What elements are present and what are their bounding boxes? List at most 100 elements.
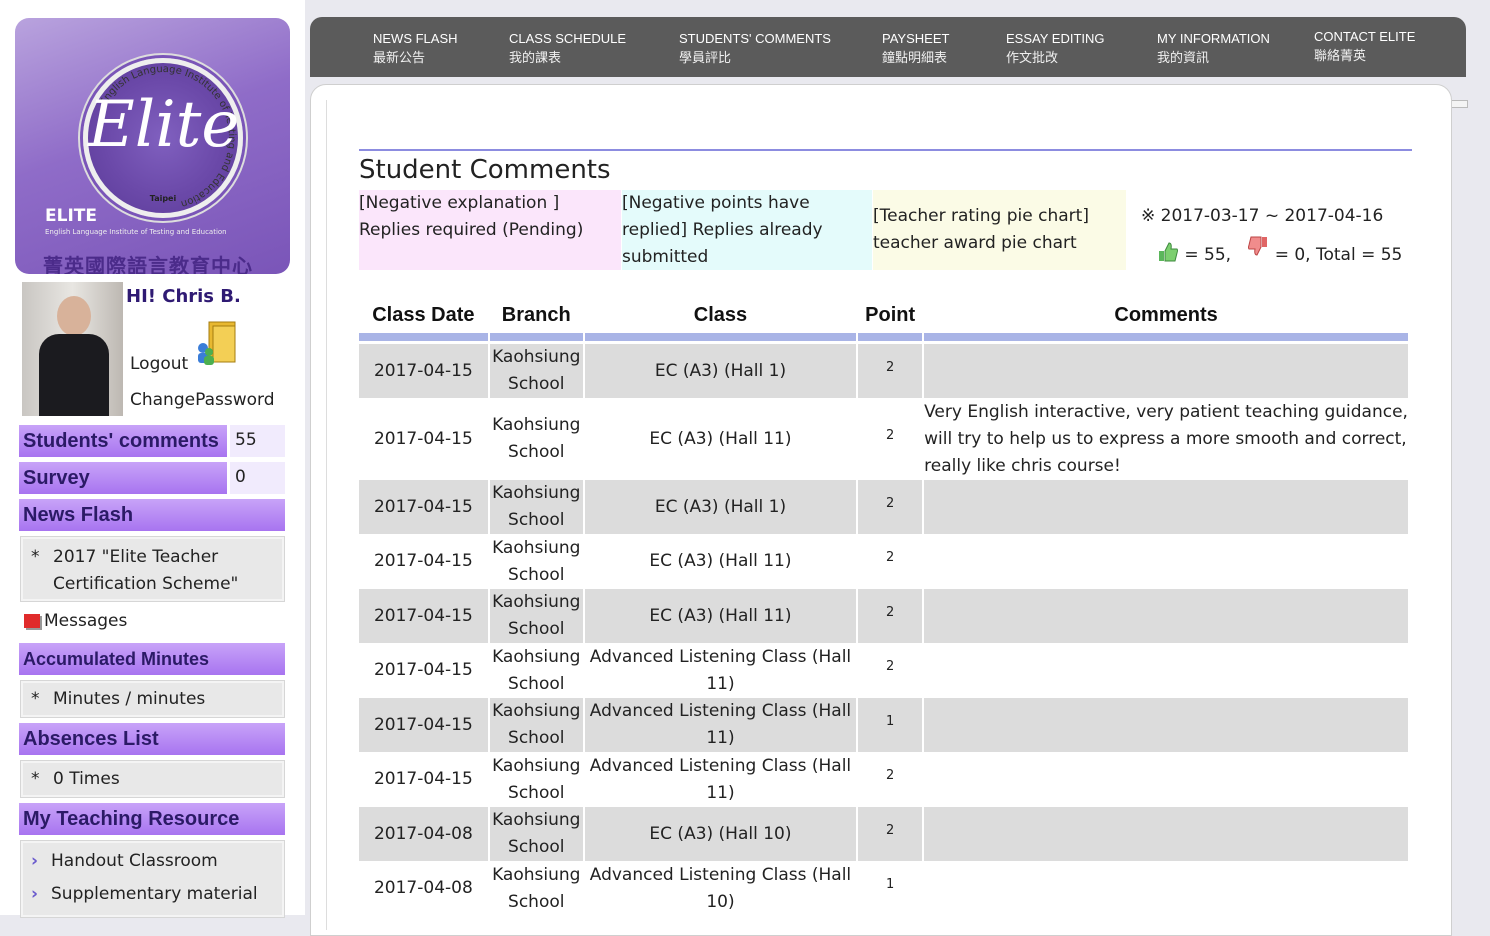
resource-label: Supplementary material [51,884,258,904]
table-row[interactable]: 2017-04-08 Kaohsiung School Advanced Lis… [359,861,1408,916]
title-rule [359,149,1412,151]
cell-date: 2017-04-15 [359,480,488,534]
col-class[interactable]: Class [584,297,857,341]
cell-comment [924,861,1408,916]
cell-date: 2017-04-15 [359,344,488,398]
cell-branch: Kaohsiung School [489,698,583,752]
legend-pending[interactable]: [Negative explanation ] Replies required… [359,190,621,270]
sidebar: English Language Institute of Testing an… [0,0,305,918]
col-comments[interactable]: Comments [924,297,1408,341]
messages-label: Messages [44,611,128,631]
col-branch[interactable]: Branch [489,297,583,341]
cell-date: 2017-04-15 [359,698,488,752]
cell-branch: Kaohsiung School [492,537,581,585]
table-header-row: Class Date Branch Class Point Comments [359,297,1408,341]
cell-comment [924,589,1408,643]
cell-date: 2017-04-15 [373,769,473,789]
nav-students-comments[interactable]: STUDENTS' COMMENTS 學員評比 [679,29,831,67]
cell-class: EC (A3) (Hall 1) [584,344,857,398]
logout-link[interactable]: Logout [130,354,188,374]
thumbs-down-icon [1248,236,1268,256]
col-point[interactable]: Point [858,297,923,341]
accumulated-minutes-box: * Minutes / minutes [20,680,285,718]
cell-point: 2 [858,589,923,643]
bullet-star: * [31,689,40,709]
logo-brand: ELITE [45,206,97,226]
cell-comment [924,344,1408,398]
nav-class-schedule[interactable]: CLASS SCHEDULE 我的課表 [509,29,626,67]
messages-link[interactable]: Messages [24,611,127,631]
teaching-resource-header[interactable]: My Teaching Resource [19,803,285,835]
cell-point: 2 [886,768,895,783]
legend-replied[interactable]: [Negative points have replied] Replies a… [622,190,872,270]
cell-branch: Kaohsiung School [489,480,583,534]
cell-point: 1 [858,698,923,752]
date-range-box: ※ 2017-03-17 ~ 2017-04-16 = 55, = 0, Tot… [1141,198,1402,274]
table-row[interactable]: 2017-04-15 Kaohsiung School EC (A3) (Hal… [359,398,1408,480]
cell-point: 2 [886,428,895,443]
table-row[interactable]: 2017-04-15 Kaohsiung School EC (A3) (Hal… [359,480,1408,534]
cell-date: 2017-04-15 [359,589,488,643]
bullet-star: * [31,547,40,567]
table-row[interactable]: 2017-04-15 Kaohsiung School EC (A3) (Hal… [359,344,1408,398]
cell-class: Advanced Listening Class (Hall 10) [589,864,852,912]
cell-class: EC (A3) (Hall 11) [584,589,857,643]
news-flash-header[interactable]: News Flash [19,499,285,531]
cell-point: 1 [886,877,895,892]
logo-city: Taipei [149,194,177,203]
cell-point: 2 [886,659,895,674]
cell-branch: Kaohsiung School [492,415,581,462]
cell-branch: Kaohsiung School [492,755,581,803]
cell-point: 2 [886,550,895,565]
cell-class: EC (A3) (Hall 1) [584,480,857,534]
cell-comment: Very English interactive, very patient t… [924,401,1408,476]
absences-list-header[interactable]: Absences List [19,723,285,755]
minutes-value: Minutes / minutes [53,689,206,709]
nav-contact-elite[interactable]: CONTACT ELITE 聯絡菁英 [1314,27,1415,65]
cell-class: Advanced Listening Class (Hall 11) [584,698,857,752]
teaching-resource-box: › Handout Classroom › Supplementary materi… [20,840,285,918]
negative-total-count: = 0, Total = 55 [1274,245,1403,265]
thumbs-up-icon [1159,242,1178,262]
news-flash-item[interactable]: 2017 "Elite Teacher Certification Scheme… [53,544,274,598]
logo-seal: English Language Institute of Testing an… [83,58,243,218]
logo-script-text: Elite [88,88,240,162]
flag-icon [24,614,40,628]
cell-date: 2017-04-15 [373,428,473,449]
positive-count: = 55, [1184,245,1232,265]
table-row[interactable]: 2017-04-15 Kaohsiung School Advanced Lis… [359,643,1408,698]
cell-point: 2 [858,807,923,861]
elite-logo[interactable]: English Language Institute of Testing an… [15,18,290,274]
news-flash-box: * 2017 "Elite Teacher Certification Sche… [20,536,285,602]
top-navigation: NEWS FLASH 最新公告 CLASS SCHEDULE 我的課表 STUDEN… [310,17,1466,77]
table-row[interactable]: 2017-04-08 Kaohsiung School EC (A3) (Hal… [359,807,1408,861]
cell-branch: Kaohsiung School [489,344,583,398]
legend-pie-chart[interactable]: [Teacher rating pie chart] teacher award… [873,190,1126,270]
table-row[interactable]: 2017-04-15 Kaohsiung School Advanced Lis… [359,698,1408,752]
accumulated-minutes-header[interactable]: Accumulated Minutes [19,643,285,675]
cell-comment [924,698,1408,752]
students-comments-link[interactable]: Students' comments [19,425,227,457]
table-row[interactable]: 2017-04-15 Kaohsiung School Advanced Lis… [359,752,1408,807]
chevron-right-icon: › [31,884,39,904]
cell-point: 2 [858,480,923,534]
change-password-link[interactable]: ChangePassword [130,390,275,410]
nav-news-flash[interactable]: NEWS FLASH 最新公告 [373,29,458,67]
bullet-star: * [31,769,40,789]
nav-paysheet[interactable]: PAYSHEET 鐘點明細表 [882,29,949,67]
nav-my-information[interactable]: MY INFORMATION 我的資訊 [1157,29,1270,67]
handout-classroom-link[interactable]: › Handout Classroom [31,845,274,878]
survey-link[interactable]: Survey [19,462,227,494]
cell-comment [924,752,1408,807]
col-class-date[interactable]: Class Date [359,297,488,341]
cell-point: 2 [858,344,923,398]
cell-date: 2017-04-08 [373,878,473,898]
resource-label: Handout Classroom [51,851,218,871]
user-folder-icon[interactable] [195,320,239,368]
avatar [22,282,123,416]
date-range: ※ 2017-03-17 ~ 2017-04-16 [1141,206,1384,226]
table-row[interactable]: 2017-04-15 Kaohsiung School EC (A3) (Hal… [359,534,1408,589]
supplementary-material-link[interactable]: › Supplementary material [31,878,274,911]
nav-essay-editing[interactable]: ESSAY EDITING 作文批改 [1006,29,1105,67]
table-row[interactable]: 2017-04-15 Kaohsiung School EC (A3) (Hal… [359,589,1408,643]
